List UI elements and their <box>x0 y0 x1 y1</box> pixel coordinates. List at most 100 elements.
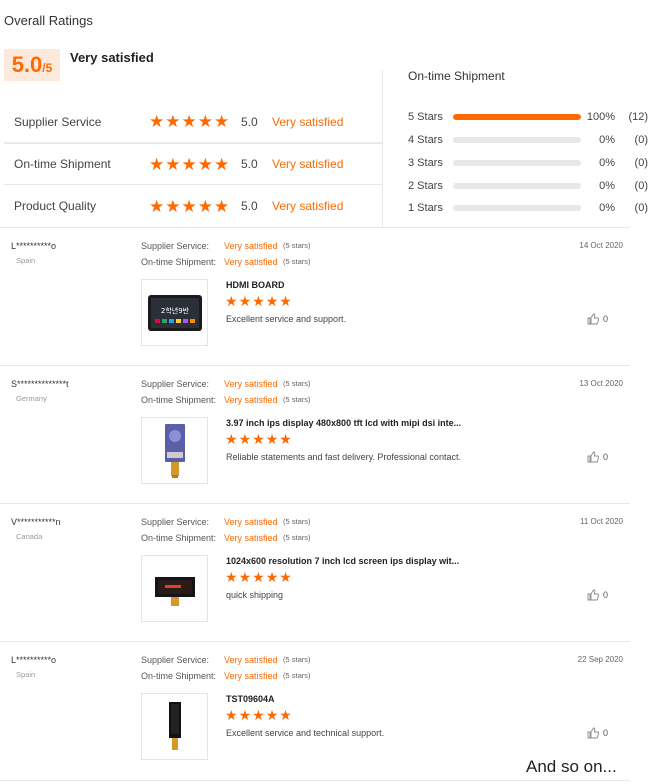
reviewer-country: Spain <box>16 256 36 265</box>
shipment-label: On-time Shipment: <box>141 257 217 267</box>
section-divider <box>0 780 630 781</box>
star-icon: ★ <box>181 154 197 174</box>
star-icon: ★ <box>252 707 265 723</box>
star-rating: ★ ★ ★ ★ ★ <box>149 156 229 173</box>
shipment-label: On-time Shipment: <box>141 533 217 543</box>
thumbs-up-icon <box>587 451 599 463</box>
star-icon: ★ <box>265 431 279 447</box>
shipment-value: Very satisfied <box>224 257 278 267</box>
supplier-service-line: Supplier Service: Very satisfied (5 star… <box>141 655 311 665</box>
metric-label: On-time Shipment <box>14 157 111 171</box>
product-name[interactable]: TST09604A <box>226 694 275 704</box>
supplier-service-stars: (5 stars) <box>283 655 311 664</box>
like-button[interactable]: 0 <box>587 589 608 601</box>
shipment-stars: (5 stars) <box>283 533 311 542</box>
review-comment: Excellent service and technical support. <box>226 728 385 738</box>
distribution-bar <box>453 137 581 144</box>
metric-label: Supplier Service <box>14 114 102 129</box>
shipment-value: Very satisfied <box>224 671 278 681</box>
shipment-line: On-time Shipment: Very satisfied (5 star… <box>141 671 311 681</box>
metric-value: 5.0 <box>241 199 258 213</box>
like-button[interactable]: 0 <box>587 313 608 325</box>
distribution-row[interactable]: 5 Stars 100% (12) <box>408 106 648 129</box>
like-count: 0 <box>603 452 609 462</box>
metric-description: Very satisfied <box>272 199 344 213</box>
continuation-note: And so on... <box>526 757 617 776</box>
review-date: 11 Oct 2020 <box>580 517 623 526</box>
product-name[interactable]: 1024x600 resolution 7 inch lcd screen ip… <box>226 556 459 566</box>
review-date: 22 Sep 2020 <box>577 655 623 664</box>
reviewer-name: S**************t <box>11 379 69 389</box>
metric-label: Product Quality <box>14 199 97 213</box>
distribution-label: 3 Stars <box>408 156 443 169</box>
star-icon: ★ <box>197 154 213 174</box>
product-thumbnail[interactable]: 2학년9반 <box>141 279 208 346</box>
star-icon: ★ <box>238 569 252 585</box>
reviewer-name: V***********n <box>11 517 61 527</box>
shipment-stars: (5 stars) <box>283 671 311 680</box>
supplier-service-value: Very satisfied <box>224 517 278 527</box>
star-icon: ★ <box>225 431 238 447</box>
tablet-screen-icon: 2학년9반 <box>147 294 202 331</box>
product-thumbnail[interactable] <box>141 417 208 484</box>
distribution-row[interactable]: 1 Stars 0% (0) <box>408 197 648 220</box>
svg-text:2학년9반: 2학년9반 <box>160 306 189 315</box>
like-button[interactable]: 0 <box>587 451 608 463</box>
star-icon: ★ <box>197 196 213 216</box>
distribution-row[interactable]: 3 Stars 0% (0) <box>408 152 648 175</box>
supplier-service-stars: (5 stars) <box>283 517 311 526</box>
like-count: 0 <box>603 314 609 324</box>
reviewer-country: Spain <box>16 670 36 679</box>
supplier-service-label: Supplier Service: <box>141 379 210 389</box>
review-list: L**********o Spain Supplier Service: Ver… <box>0 228 630 780</box>
distribution-label: 1 Stars <box>408 202 443 215</box>
shipment-line: On-time Shipment: Very satisfied (5 star… <box>141 395 311 405</box>
overall-score: 5.0 <box>11 52 43 77</box>
distribution-count: (12) <box>628 111 648 124</box>
shipment-stars: (5 stars) <box>283 395 311 404</box>
product-thumbnail[interactable] <box>141 555 208 622</box>
overall-description: Very satisfied <box>70 50 154 65</box>
product-name[interactable]: 3.97 inch ips display 480x800 tft lcd wi… <box>226 418 461 428</box>
distribution-count: (0) <box>634 156 648 169</box>
supplier-service-value: Very satisfied <box>224 655 278 665</box>
rating-distribution: 5 Stars 100% (12) 4 Stars 0% (0) 3 Stars… <box>408 106 648 220</box>
product-thumbnail[interactable] <box>141 693 208 760</box>
shipment-value: Very satisfied <box>224 395 278 405</box>
star-icon: ★ <box>265 707 279 723</box>
review-comment: quick shipping <box>226 590 284 600</box>
supplier-service-label: Supplier Service: <box>141 517 210 527</box>
review-item: S**************t Germany Supplier Servic… <box>0 366 630 504</box>
like-button[interactable]: 0 <box>587 727 608 739</box>
overall-score-badge: 5.0/5 <box>4 49 60 81</box>
star-icon: ★ <box>265 569 279 585</box>
star-rating: ★ ★ ★ ★ ★ <box>149 198 229 215</box>
supplier-service-label: Supplier Service: <box>141 241 210 251</box>
star-icon: ★ <box>149 196 165 216</box>
like-count: 0 <box>603 728 609 738</box>
supplier-service-line: Supplier Service: Very satisfied (5 star… <box>141 379 311 389</box>
review-date: 14 Oct 2020 <box>579 241 623 250</box>
supplier-service-stars: (5 stars) <box>283 241 311 250</box>
reviewer-name: L**********o <box>11 655 57 665</box>
distribution-row[interactable]: 2 Stars 0% (0) <box>408 174 648 197</box>
distribution-bar <box>453 182 581 189</box>
review-stars: ★ ★ ★ ★ ★ <box>225 432 292 446</box>
star-icon: ★ <box>165 196 181 216</box>
star-icon: ★ <box>279 569 292 585</box>
review-stars: ★ ★ ★ ★ ★ <box>225 294 292 308</box>
star-icon: ★ <box>214 112 230 131</box>
star-icon: ★ <box>238 431 252 447</box>
metric-value: 5.0 <box>241 157 258 171</box>
shipment-label: On-time Shipment: <box>141 395 217 405</box>
distribution-bar <box>453 159 581 166</box>
reviewer-country: Germany <box>16 394 47 403</box>
distribution-row[interactable]: 4 Stars 0% (0) <box>408 129 648 152</box>
star-icon: ★ <box>149 112 165 131</box>
star-icon: ★ <box>225 293 238 309</box>
metric-value: 5.0 <box>241 114 258 129</box>
product-name[interactable]: HDMI BOARD <box>226 280 285 290</box>
distribution-label: 4 Stars <box>408 134 443 147</box>
star-icon: ★ <box>279 707 292 723</box>
distribution-bar <box>453 114 581 121</box>
